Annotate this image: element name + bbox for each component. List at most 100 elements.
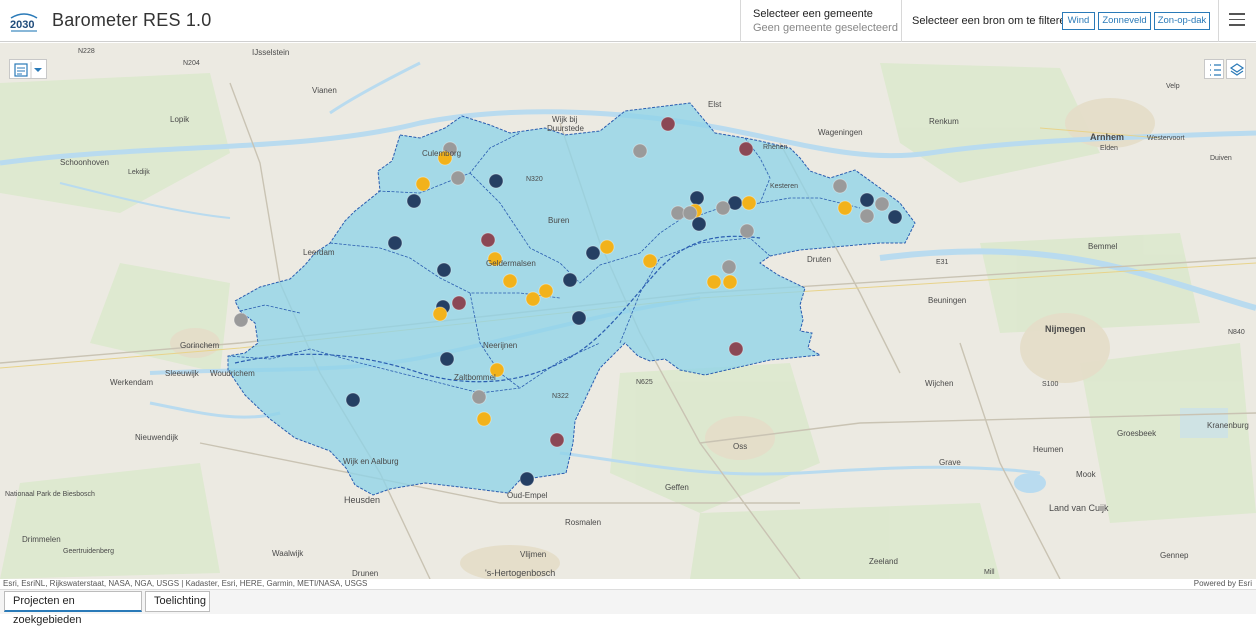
map-label: N625 [636, 379, 653, 386]
zon-op-dak-marker[interactable] [233, 312, 249, 328]
zon-op-dak-marker[interactable] [632, 143, 648, 159]
wind-marker[interactable] [585, 245, 601, 261]
zon-op-dak-marker[interactable] [832, 178, 848, 194]
wind-marker[interactable] [488, 173, 504, 189]
zonneveld-marker[interactable] [599, 239, 615, 255]
map-label: Westervoort [1147, 135, 1185, 142]
zonneveld-marker[interactable] [741, 195, 757, 211]
header-divider [1218, 0, 1219, 42]
attribution-text: Esri, EsriNL, Rijkswaterstaat, NASA, NGA… [3, 579, 368, 588]
map-label: Gorinchem [180, 341, 219, 350]
wind-marker[interactable] [887, 209, 903, 225]
map-label: Culemborg [422, 149, 461, 158]
other-marker[interactable] [738, 141, 754, 157]
logo-text: 2030 [10, 19, 34, 31]
map-label: E31 [936, 259, 949, 266]
map-label: Rosmalen [565, 518, 601, 527]
zon-op-dak-marker[interactable] [859, 208, 875, 224]
map-label: Wageningen [818, 128, 863, 137]
map-label: Drimmelen [22, 535, 61, 544]
map-label: Vlijmen [520, 550, 546, 559]
map-label: Werkendam [110, 378, 153, 387]
zon-op-dak-marker[interactable] [739, 223, 755, 239]
zonneveld-marker[interactable] [476, 411, 492, 427]
zon-op-dak-marker[interactable] [874, 196, 890, 212]
zonneveld-marker[interactable] [525, 291, 541, 307]
legend-icon [1210, 64, 1221, 76]
zonneveld-marker[interactable] [538, 283, 554, 299]
other-marker[interactable] [660, 116, 676, 132]
layer-list-button[interactable] [1226, 59, 1246, 79]
map-label: Schoonhoven [60, 158, 109, 167]
wind-marker[interactable] [689, 190, 705, 206]
chevron-down-icon [34, 68, 42, 72]
zonneveld-marker[interactable] [837, 200, 853, 216]
map-label: Elst [708, 100, 722, 109]
zon-op-dak-marker[interactable] [450, 170, 466, 186]
map-label: N322 [552, 393, 569, 400]
layers-icon [1229, 63, 1245, 76]
zonneveld-marker[interactable] [432, 306, 448, 322]
map-label: Oss [733, 442, 747, 451]
map-label: IJsselstein [252, 48, 289, 57]
app-logo: 2030 [8, 9, 40, 35]
powered-by-esri[interactable]: Powered by Esri [1194, 579, 1252, 588]
map-label: Woudrichem [210, 369, 255, 378]
basemap-selector-button[interactable] [9, 59, 47, 79]
legend-button[interactable] [1204, 59, 1224, 79]
map-label: N840 [1228, 329, 1245, 336]
wind-marker[interactable] [436, 262, 452, 278]
map-label: Wijchen [925, 379, 953, 388]
wind-marker[interactable] [345, 392, 361, 408]
map-label: Lekdijk [128, 169, 150, 176]
zonneveld-marker[interactable] [722, 274, 738, 290]
filter-wind-button[interactable]: Wind [1062, 12, 1095, 30]
map-label: Geertruidenberg [63, 548, 114, 555]
map-label: Nationaal Park de Biesbosch [5, 491, 95, 498]
filter-label: Selecteer een bron om te filteren [912, 15, 1072, 27]
map-label: 's-Hertogenbosch [485, 568, 555, 578]
hamburger-menu-icon[interactable] [1229, 13, 1245, 27]
zonneveld-marker[interactable] [502, 273, 518, 289]
map-label: Leerdam [303, 248, 335, 257]
map-label: Buren [548, 216, 569, 225]
map-label: Land van Cuijk [1049, 503, 1109, 513]
zonneveld-marker[interactable] [415, 176, 431, 192]
map-label: Renkum [929, 117, 959, 126]
map-label: Rhenen [763, 144, 788, 151]
wind-marker[interactable] [406, 193, 422, 209]
filter-zonneveld-button[interactable]: Zonneveld [1098, 12, 1151, 30]
other-marker[interactable] [549, 432, 565, 448]
tab-toelichting[interactable]: Toelichting [145, 591, 210, 612]
wind-marker[interactable] [562, 272, 578, 288]
zonneveld-marker[interactable] [642, 253, 658, 269]
map-label: Nieuwendijk [135, 433, 179, 442]
wind-marker[interactable] [859, 192, 875, 208]
map-label: Mill [984, 569, 995, 576]
zon-op-dak-marker[interactable] [715, 200, 731, 216]
map-label: Geldermalsen [486, 259, 536, 268]
wind-marker[interactable] [387, 235, 403, 251]
zonneveld-marker[interactable] [706, 274, 722, 290]
wind-marker[interactable] [571, 310, 587, 326]
wind-marker[interactable] [519, 471, 535, 487]
municipality-select[interactable]: Geen gemeente geselecteerd [753, 22, 898, 34]
map-view[interactable]: N228 N204 IJsselstein Vianen Lopik Schoonhove… [0, 43, 1256, 579]
wind-marker[interactable] [439, 351, 455, 367]
municipality-label[interactable]: Selecteer een gemeente [753, 8, 873, 20]
zon-op-dak-marker[interactable] [721, 259, 737, 275]
map-label: Elden [1100, 145, 1118, 152]
map-attribution: Esri, EsriNL, Rijkswaterstaat, NASA, NGA… [0, 579, 1256, 589]
wind-marker[interactable] [691, 216, 707, 232]
other-marker[interactable] [451, 295, 467, 311]
map-canvas: N228 N204 IJsselstein Vianen Lopik Schoonhove… [0, 48, 1256, 579]
map-label: Nijmegen [1045, 324, 1086, 334]
zon-op-dak-marker[interactable] [471, 389, 487, 405]
map-label: Wijk en Aalburg [343, 457, 399, 466]
tab-projecten[interactable]: Projecten en zoekgebieden [4, 591, 142, 626]
other-marker[interactable] [480, 232, 496, 248]
filter-zon-op-dak-button[interactable]: Zon-op-dak [1154, 12, 1210, 30]
map-label: Zeeland [869, 557, 898, 566]
other-marker[interactable] [728, 341, 744, 357]
header-divider [740, 0, 741, 42]
